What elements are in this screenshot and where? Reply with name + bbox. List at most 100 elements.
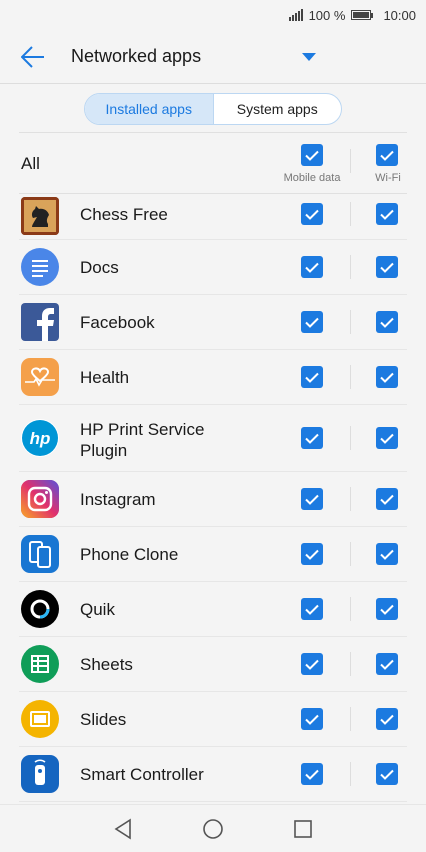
tab-installed-apps[interactable]: Installed apps [85, 94, 214, 124]
svg-text:hp: hp [30, 429, 51, 448]
facebook-icon [21, 303, 59, 341]
back-button[interactable] [19, 43, 47, 71]
app-name: Phone Clone [80, 545, 179, 564]
list-item: Smart Controller [19, 747, 407, 802]
mobile-data-checkbox[interactable] [301, 427, 323, 449]
column-divider [350, 310, 351, 334]
mobile-data-checkbox[interactable] [301, 543, 323, 565]
all-row: All Mobile data Wi-Fi [19, 132, 407, 194]
signal-icon [288, 9, 303, 21]
mobile-data-checkbox[interactable] [301, 488, 323, 510]
mobile-data-checkbox[interactable] [301, 256, 323, 278]
list-item: Docs [19, 240, 407, 295]
checkmark-icon [380, 549, 394, 560]
wifi-checkbox[interactable] [376, 763, 398, 785]
checkmark-icon [380, 262, 394, 273]
nav-recents-button[interactable] [290, 816, 316, 842]
triangle-back-icon [114, 818, 131, 839]
wifi-checkbox[interactable] [376, 488, 398, 510]
status-bar: 100 % 10:00 [0, 0, 426, 30]
all-label: All [21, 154, 40, 173]
app-name: Health [80, 368, 130, 387]
column-divider [350, 707, 351, 731]
checkmark-icon [305, 372, 319, 383]
app-name: Instagram [80, 490, 156, 509]
app-bar: Networked apps [0, 30, 426, 84]
mobile-data-checkbox[interactable] [301, 366, 323, 388]
checkmark-icon [305, 604, 319, 615]
app-name: Facebook [80, 313, 155, 332]
checkmark-icon [380, 150, 394, 161]
mobile-data-checkbox[interactable] [301, 203, 323, 225]
wifi-checkbox[interactable] [376, 708, 398, 730]
docs-icon [21, 248, 59, 286]
column-divider [350, 426, 351, 450]
nav-back-button[interactable] [110, 816, 136, 842]
checkmark-icon [305, 262, 319, 273]
slides-icon [21, 700, 59, 738]
quik-icon [21, 590, 59, 628]
list-item: hp HP Print Service Plugin [19, 405, 407, 472]
list-item: Health [19, 350, 407, 405]
mobile-data-checkbox[interactable] [301, 598, 323, 620]
all-wifi-checkbox[interactable] [376, 144, 398, 166]
wifi-checkbox[interactable] [376, 366, 398, 388]
app-type-tabs: Installed apps System apps [84, 93, 342, 125]
wifi-checkbox[interactable] [376, 653, 398, 675]
checkmark-icon [305, 150, 319, 161]
mobile-data-checkbox[interactable] [301, 653, 323, 675]
list-item: Sheets [19, 637, 407, 692]
wifi-checkbox[interactable] [376, 203, 398, 225]
phone-clone-icon [21, 535, 59, 573]
list-item: Slides [19, 692, 407, 747]
checkmark-icon [305, 317, 319, 328]
chess-icon [21, 197, 59, 235]
health-icon [21, 358, 59, 396]
instagram-icon [21, 480, 59, 518]
checkmark-icon [305, 714, 319, 725]
battery-percent: 100 % [308, 7, 346, 23]
circle-home-icon [203, 818, 223, 839]
list-item: Instagram [19, 472, 407, 527]
square-recents-icon [294, 819, 312, 838]
wifi-checkbox[interactable] [376, 543, 398, 565]
sheets-icon [21, 645, 59, 683]
checkmark-icon [305, 549, 319, 560]
mobile-data-checkbox[interactable] [301, 311, 323, 333]
checkmark-icon [305, 433, 319, 444]
dropdown-caret-icon[interactable] [302, 53, 316, 61]
mobile-data-checkbox[interactable] [301, 763, 323, 785]
checkmark-icon [380, 317, 394, 328]
checkmark-icon [305, 209, 319, 220]
all-mobile-data-checkbox[interactable] [301, 144, 323, 166]
column-divider [350, 365, 351, 389]
column-divider [350, 597, 351, 621]
wifi-checkbox[interactable] [376, 311, 398, 333]
wifi-checkbox[interactable] [376, 256, 398, 278]
smart-controller-icon [21, 755, 59, 793]
mobile-data-checkbox[interactable] [301, 708, 323, 730]
wifi-checkbox[interactable] [376, 598, 398, 620]
battery-icon [351, 10, 374, 20]
app-name: Docs [80, 258, 119, 277]
column-divider [350, 255, 351, 279]
system-navigation-bar [0, 804, 426, 852]
checkmark-icon [305, 769, 319, 780]
app-name: Sheets [80, 655, 133, 674]
column-divider [350, 542, 351, 566]
checkmark-icon [380, 209, 394, 220]
app-name: Quik [80, 600, 115, 619]
checkmark-icon [380, 714, 394, 725]
app-name: Slides [80, 710, 127, 729]
checkmark-icon [305, 659, 319, 670]
app-name: HP Print Service Plugin [80, 420, 205, 460]
tab-system-apps[interactable]: System apps [214, 94, 342, 124]
list-item: Quik [19, 582, 407, 637]
nav-home-button[interactable] [200, 816, 226, 842]
column-divider [350, 202, 351, 226]
column-divider [350, 762, 351, 786]
checkmark-icon [305, 494, 319, 505]
wifi-checkbox[interactable] [376, 427, 398, 449]
app-name: Chess Free [80, 205, 168, 224]
column-divider [350, 652, 351, 676]
